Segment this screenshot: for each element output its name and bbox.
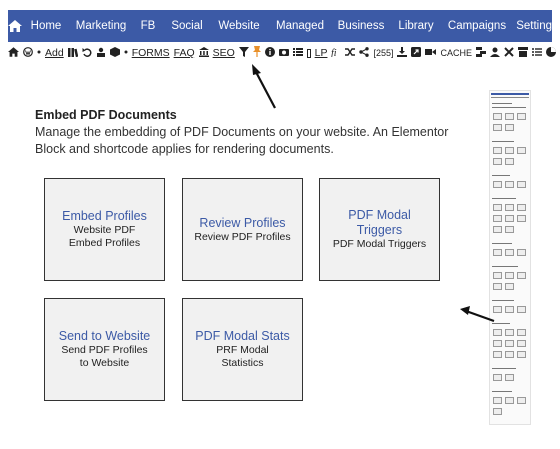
pie-chart-icon[interactable] (546, 46, 556, 60)
card-description: PDF Modal Triggers (332, 238, 427, 250)
download-icon[interactable] (397, 46, 408, 60)
card-embed-profiles[interactable]: Embed Profiles Website PDF Embed Profile… (44, 178, 165, 281)
nav-item-settings[interactable]: Settings (512, 20, 560, 32)
nav-item-marketing[interactable]: Marketing (70, 20, 132, 32)
faq-link[interactable]: FAQ (174, 47, 195, 59)
filter-icon[interactable] (238, 46, 249, 60)
card-title: Review Profiles (199, 215, 286, 230)
tools-icon[interactable] (504, 46, 514, 60)
dot-icon (124, 47, 128, 60)
library-icon[interactable] (67, 47, 78, 60)
sitemap-icon[interactable] (476, 46, 486, 60)
menu-list-icon[interactable] (532, 47, 542, 60)
list-icon[interactable] (292, 47, 303, 60)
add-link[interactable]: Add (45, 47, 64, 59)
nav-item-social[interactable]: Social (164, 20, 210, 32)
page-title: Embed PDF Documents (35, 108, 177, 122)
dot-icon (37, 47, 41, 60)
nav-item-website[interactable]: Website (210, 20, 268, 32)
seo-link[interactable]: SEO (213, 47, 235, 59)
annotation-arrow-up (252, 64, 276, 109)
card-pdf-modal-stats[interactable]: PDF Modal Stats PRF Modal Statistics (182, 298, 303, 401)
page-preview-thumbnail (489, 90, 531, 425)
nav-item-home[interactable]: Home (22, 20, 70, 32)
nav-item-campaigns[interactable]: Campaigns (442, 20, 512, 32)
wordpress-icon[interactable] (23, 46, 33, 60)
top-navigation: Home Marketing FB Social Website Managed… (8, 10, 558, 42)
card-send-to-website[interactable]: Send to Website Send PDF Profiles to Web… (44, 298, 165, 401)
archive-icon[interactable] (518, 46, 528, 60)
cache-link[interactable]: CACHE (440, 48, 472, 58)
card-title: PDF Modal Stats (195, 329, 290, 343)
info-icon[interactable] (264, 46, 275, 60)
cube-icon[interactable] (109, 46, 120, 60)
annotation-arrow-left (460, 306, 495, 323)
card-description: Review PDF Profiles (194, 230, 291, 243)
count-badge: [255] (373, 48, 394, 58)
undo-icon[interactable] (82, 47, 92, 60)
card-description: Send PDF Profiles to Website (61, 344, 148, 369)
forms-link[interactable]: FORMS (132, 47, 170, 59)
lp-link[interactable]: LP (315, 47, 328, 59)
nav-item-fb[interactable]: FB (132, 20, 164, 32)
home-icon[interactable] (8, 20, 22, 32)
nav-item-managed[interactable]: Managed (268, 20, 332, 32)
svg-text:fi: fi (331, 48, 337, 57)
card-title: PDF Modal Triggers (348, 208, 411, 237)
shuffle-icon[interactable] (345, 47, 356, 60)
square-icon[interactable] (306, 48, 311, 58)
user-group-icon[interactable] (96, 47, 106, 60)
pin-icon[interactable] (252, 46, 261, 60)
card-description: PRF Modal Statistics (216, 344, 269, 369)
share-icon[interactable] (359, 46, 370, 60)
bank-icon[interactable] (198, 46, 209, 60)
user-icon[interactable] (490, 47, 500, 60)
external-icon[interactable] (411, 46, 422, 60)
fi-icon[interactable]: fi (331, 47, 341, 60)
camera-icon[interactable] (278, 47, 289, 60)
page-description: Manage the embedding of PDF Documents on… (35, 125, 449, 156)
card-description: Website PDF Embed Profiles (68, 224, 141, 249)
card-title: Embed Profiles (62, 209, 147, 223)
admin-toolbar: Add FORMS FAQ SEO LP fi [255] CACHE (8, 44, 556, 62)
video-icon[interactable] (425, 47, 437, 60)
home-icon[interactable] (8, 46, 19, 60)
card-review-profiles[interactable]: Review Profiles Review PDF Profiles (182, 178, 303, 281)
card-pdf-modal-triggers[interactable]: PDF Modal Triggers PDF Modal Triggers (319, 178, 440, 281)
nav-item-library[interactable]: Library (390, 20, 442, 32)
card-title: Send to Website (58, 329, 151, 343)
nav-item-business[interactable]: Business (332, 20, 390, 32)
